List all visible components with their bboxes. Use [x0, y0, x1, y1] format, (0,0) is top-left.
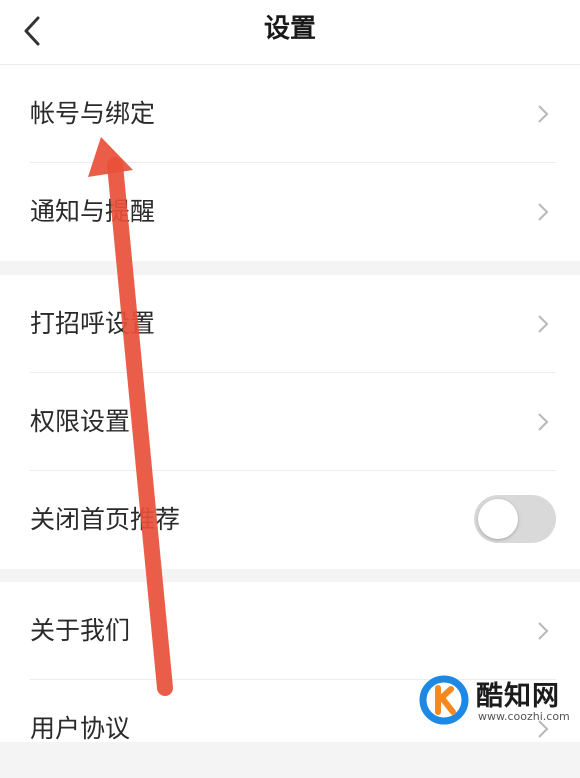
row-label: 通知与提醒 [30, 197, 156, 226]
row-label: 打招呼设置 [30, 309, 156, 338]
chevron-right-icon [538, 622, 549, 640]
row-greeting-settings[interactable]: 打招呼设置 [0, 275, 580, 373]
page-title: 设置 [263, 14, 316, 44]
chevron-right-icon [538, 105, 549, 123]
row-account-binding[interactable]: 帐号与绑定 [0, 65, 580, 163]
row-label: 关闭首页推荐 [30, 505, 181, 534]
row-notification-reminder[interactable]: 通知与提醒 [0, 163, 580, 261]
row-label: 用户协议 [30, 714, 131, 743]
row-label: 关于我们 [30, 616, 131, 645]
recommend-toggle[interactable] [474, 495, 556, 543]
coozhi-logo-icon [419, 675, 469, 725]
watermark: 酷知网 www.coozhi.com [418, 670, 570, 730]
chevron-right-icon [538, 413, 549, 431]
nav-header: 设置 [0, 0, 580, 65]
row-label: 权限设置 [30, 407, 131, 436]
toggle-knob [478, 499, 518, 539]
chevron-right-icon [538, 203, 549, 221]
row-permission-settings[interactable]: 权限设置 [0, 373, 580, 471]
row-about-us[interactable]: 关于我们 [0, 582, 580, 680]
settings-group-account: 帐号与绑定 通知与提醒 [0, 65, 580, 261]
row-close-home-recommend: 关闭首页推荐 [0, 471, 580, 569]
watermark-name: 酷知网 [476, 681, 560, 712]
row-label: 帐号与绑定 [30, 99, 156, 128]
chevron-right-icon [538, 315, 549, 333]
settings-group-privacy: 打招呼设置 权限设置 关闭首页推荐 [0, 275, 580, 569]
watermark-url: www.coozhi.com [478, 710, 570, 723]
